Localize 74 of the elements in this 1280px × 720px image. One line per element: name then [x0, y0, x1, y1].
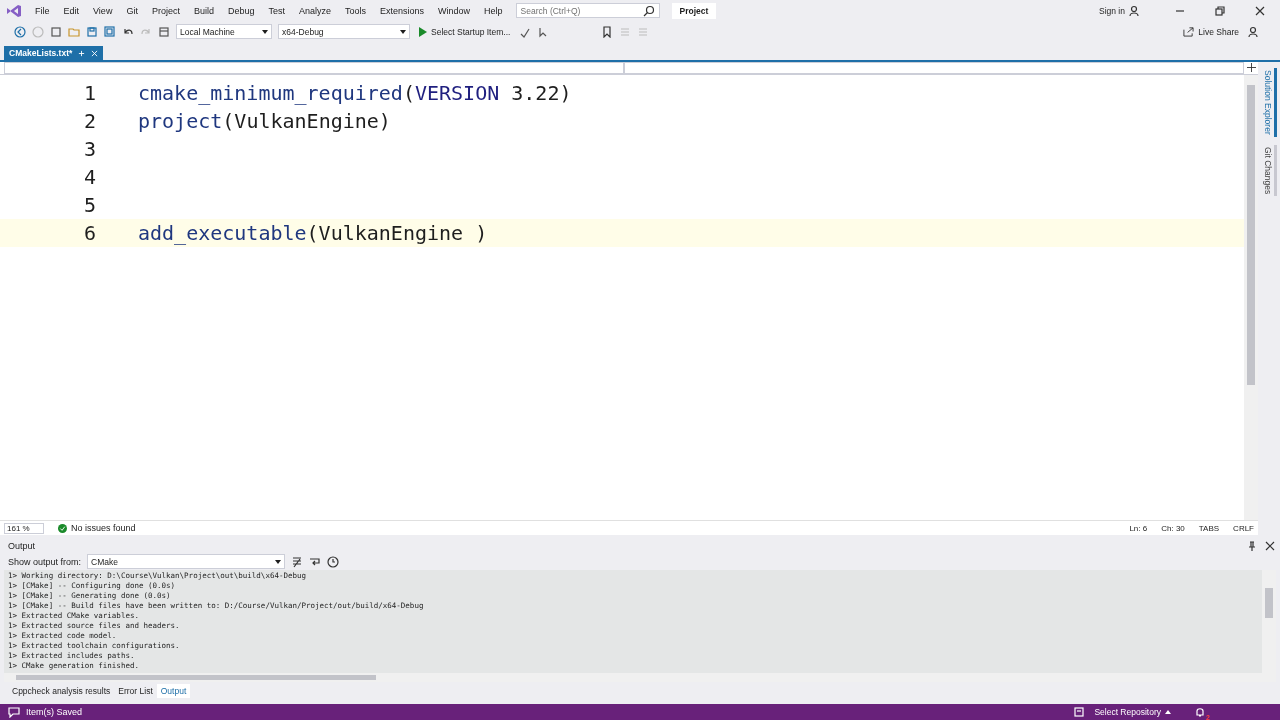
- sign-in-button[interactable]: Sign in: [1096, 2, 1128, 19]
- back-icon[interactable]: [14, 25, 26, 38]
- caret-icon[interactable]: [400, 29, 406, 34]
- save-icon[interactable]: [86, 25, 98, 38]
- status-message: Item(s) Saved: [26, 707, 83, 717]
- panel-tab[interactable]: Output: [156, 684, 191, 698]
- code-line: add_executable(VulkanEngine ): [138, 221, 488, 245]
- solution-name: Project: [671, 2, 717, 19]
- output-source-dropdown[interactable]: CMake: [87, 554, 286, 569]
- caret-icon[interactable]: [1165, 710, 1171, 714]
- panel-tab[interactable]: Error List: [114, 684, 157, 698]
- line-number: 5: [82, 193, 96, 217]
- line-number: 3: [82, 137, 96, 161]
- menu-item[interactable]: Edit: [56, 5, 87, 16]
- panel-tab[interactable]: Cppcheck analysis results: [8, 684, 115, 698]
- cursor-info[interactable]: Ln: 6: [1129, 523, 1148, 533]
- line-number: 2: [82, 109, 96, 133]
- menu-item[interactable]: Project: [144, 5, 187, 16]
- issues-status[interactable]: No issues found: [71, 523, 136, 533]
- word-wrap-icon[interactable]: [309, 555, 322, 568]
- menu-item[interactable]: File: [28, 5, 57, 16]
- menu-item[interactable]: Tools: [338, 5, 374, 16]
- menu-item[interactable]: Help: [477, 5, 510, 16]
- target-dropdown[interactable]: Local Machine: [176, 24, 272, 39]
- line-number: 1: [82, 81, 96, 105]
- restore-icon[interactable]: [1214, 4, 1226, 17]
- code-line: project(VulkanEngine): [138, 109, 391, 133]
- bookmark-icon[interactable]: [601, 25, 614, 38]
- message-icon[interactable]: [8, 706, 20, 718]
- close-icon[interactable]: [1264, 540, 1276, 552]
- menu-item[interactable]: Window: [431, 5, 478, 16]
- zoom-dropdown[interactable]: 161 %: [4, 522, 44, 534]
- code-line: cmake_minimum_required(VERSION 3.22): [138, 81, 572, 105]
- menu-item[interactable]: Extensions: [373, 5, 432, 16]
- repository-icon[interactable]: [1073, 706, 1086, 718]
- caret-icon[interactable]: [275, 559, 282, 564]
- cursor-info[interactable]: Ch: 30: [1161, 523, 1185, 533]
- document-tab[interactable]: CMakeLists.txt*: [4, 46, 104, 60]
- show-output-label: Show output from:: [8, 556, 82, 567]
- share-icon: [1183, 26, 1195, 37]
- pin-icon[interactable]: [78, 49, 86, 57]
- save-all-icon[interactable]: [104, 25, 116, 38]
- split-icon[interactable]: [1244, 62, 1258, 74]
- panel-icon[interactable]: [158, 25, 170, 38]
- configuration-dropdown[interactable]: x64-Debug: [278, 24, 410, 39]
- vertical-scrollbar[interactable]: [1244, 75, 1258, 520]
- menu-item[interactable]: Test: [261, 5, 292, 16]
- line-number: 4: [82, 165, 96, 189]
- line-number: 6: [82, 221, 96, 245]
- search-icon[interactable]: [642, 4, 655, 17]
- menu-item[interactable]: Analyze: [292, 5, 338, 16]
- side-tab[interactable]: Git Changes: [1261, 144, 1277, 196]
- panel-title: Output: [8, 541, 36, 551]
- play-icon: [419, 26, 427, 37]
- pin-icon[interactable]: [1246, 540, 1258, 552]
- menu-item[interactable]: View: [86, 5, 120, 16]
- close-icon[interactable]: [1254, 4, 1266, 17]
- select-repository-button[interactable]: Select Repository: [1091, 704, 1174, 720]
- side-tab[interactable]: Solution Explorer: [1261, 68, 1277, 137]
- start-button[interactable]: Select Startup Item...: [416, 23, 514, 40]
- cursor-info[interactable]: TABS: [1198, 523, 1220, 533]
- menu-item[interactable]: Build: [186, 5, 221, 16]
- menu-item[interactable]: Debug: [220, 5, 262, 16]
- live-share-button[interactable]: Live Share: [1180, 23, 1242, 40]
- clock-icon[interactable]: [327, 555, 340, 568]
- app-logo-icon: [6, 3, 22, 18]
- person-icon[interactable]: [1128, 4, 1140, 17]
- caret-icon[interactable]: [262, 29, 268, 34]
- menu-item[interactable]: Git: [119, 5, 145, 16]
- feedback-icon[interactable]: [1248, 25, 1260, 38]
- bell-icon[interactable]: [1194, 706, 1206, 718]
- cursor-info[interactable]: CRLF: [1233, 523, 1254, 533]
- search-field[interactable]: Search (Ctrl+Q): [515, 3, 660, 18]
- clear-icon[interactable]: [291, 555, 304, 568]
